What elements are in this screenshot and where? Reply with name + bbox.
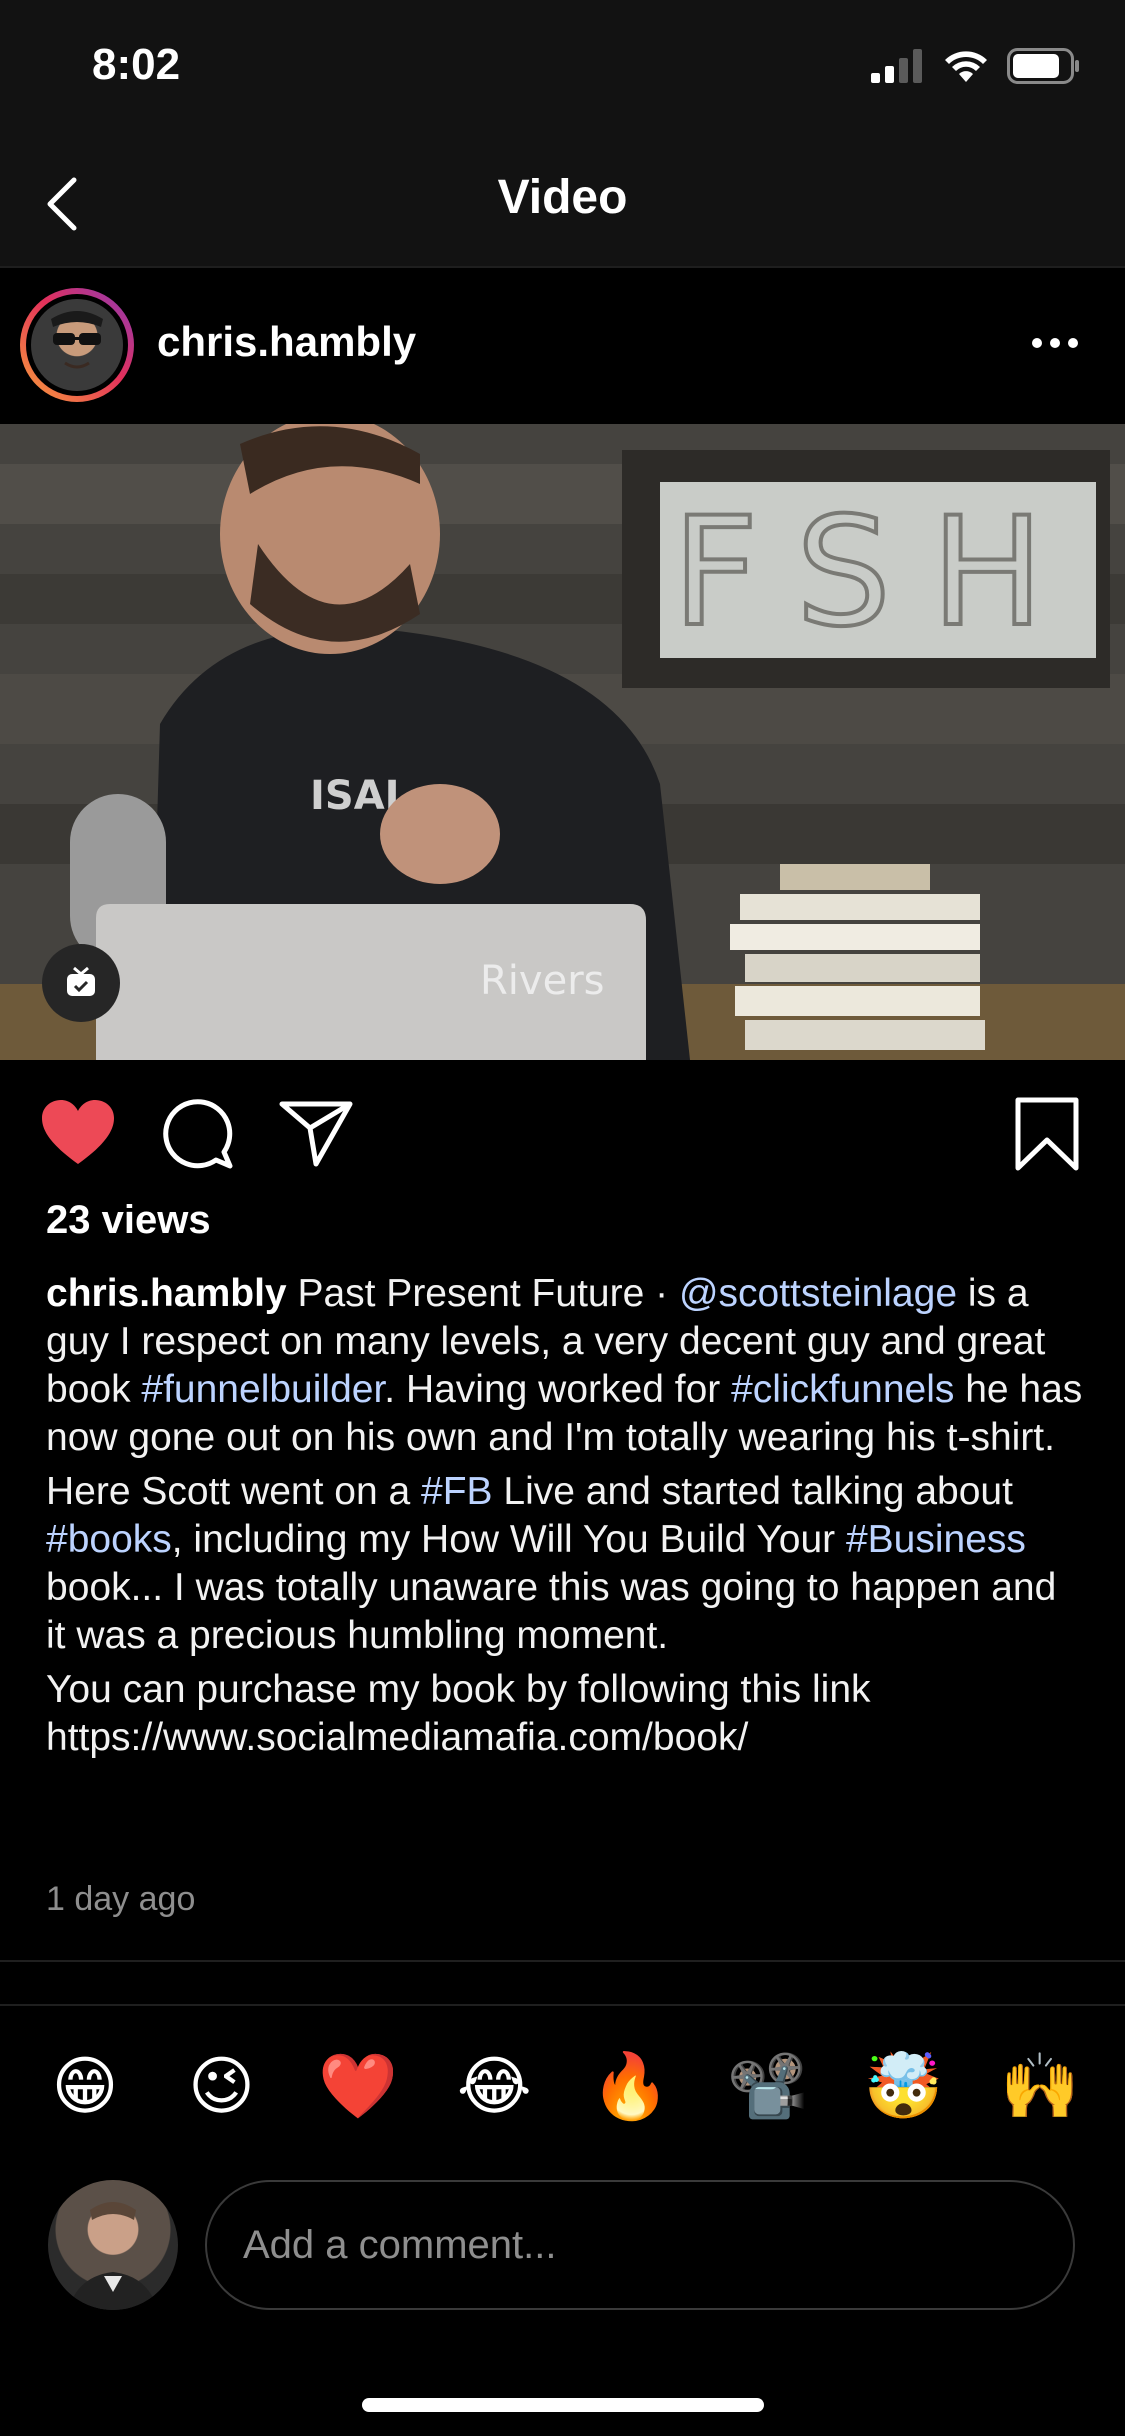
ellipsis-icon (1032, 338, 1078, 348)
like-button[interactable] (40, 1098, 116, 1168)
reaction-emoji[interactable]: 😂 (454, 2046, 534, 2126)
reaction-emoji[interactable]: ❤️ (318, 2046, 398, 2126)
igtv-badge[interactable] (42, 944, 120, 1022)
status-time: 8:02 (92, 40, 181, 89)
battery-icon (1007, 48, 1079, 84)
post-actions (0, 1060, 1125, 1200)
reaction-emoji[interactable]: 🔥 (591, 2046, 671, 2126)
laptop-logo-text: Rivers (480, 958, 604, 1004)
author-avatar[interactable] (20, 288, 134, 402)
caption-text: You can purchase my book by following th… (46, 1668, 871, 1759)
author-username[interactable]: chris.hambly (157, 318, 416, 366)
divider (0, 2004, 1125, 2006)
video-frame: FSH ISAL Rivers (0, 424, 1125, 1060)
view-count: 23 views (46, 1198, 211, 1242)
hashtag-link[interactable]: #books (46, 1518, 172, 1561)
bookmark-icon (1015, 1097, 1079, 1171)
video-player[interactable]: FSH ISAL Rivers (0, 424, 1125, 1060)
quick-reactions: 😁 😉 ❤️ 😂 🔥 📽️ 🤯 🙌 (0, 2046, 1125, 2126)
caption-mention[interactable]: @scottsteinlage (679, 1272, 957, 1315)
reaction-emoji[interactable]: 😉 (181, 2046, 261, 2126)
hashtag-link[interactable]: #Business (846, 1518, 1026, 1561)
caption-text: . Having worked for (384, 1368, 732, 1411)
comment-button[interactable] (160, 1098, 234, 1170)
wifi-icon (945, 51, 987, 82)
current-user-avatar (48, 2180, 178, 2310)
status-icons (871, 48, 1081, 84)
post-caption: chris.hambly Past Present Future · @scot… (46, 1270, 1086, 1768)
paper-plane-icon (279, 1101, 353, 1167)
signal-icon (871, 49, 922, 83)
hashtag-link[interactable]: #FB (421, 1470, 493, 1513)
save-button[interactable] (1014, 1096, 1080, 1172)
hashtag-link[interactable]: #funnelbuilder (141, 1368, 384, 1411)
more-options-button[interactable] (1025, 328, 1085, 358)
comment-bar (0, 2170, 1125, 2320)
igtv-icon (67, 966, 95, 996)
heart-filled-icon (42, 1100, 114, 1164)
caption-text: Here Scott went on a (46, 1470, 422, 1513)
speech-bubble-icon (163, 1099, 233, 1169)
caption-text: Live and started talking about (492, 1470, 1013, 1513)
reaction-emoji[interactable]: 📽️ (727, 2046, 807, 2126)
reaction-emoji[interactable]: 🤯 (864, 2046, 944, 2126)
author-avatar-image (31, 299, 123, 391)
page-title: Video (497, 171, 628, 224)
reaction-emoji[interactable]: 😁 (45, 2046, 125, 2126)
comment-input[interactable] (205, 2180, 1075, 2310)
nav-bar: Video (0, 140, 1125, 268)
post-timestamp: 1 day ago (46, 1880, 196, 1918)
status-bar: 8:02 (0, 0, 1125, 140)
divider (0, 1960, 1125, 1962)
home-indicator[interactable] (362, 2398, 764, 2412)
reaction-emoji[interactable]: 🙌 (1000, 2046, 1080, 2126)
share-button[interactable] (278, 1098, 354, 1168)
caption-text: book... I was totally unaware this was g… (46, 1566, 1057, 1657)
caption-text: , including my How Will You Build Your (171, 1518, 846, 1561)
hashtag-link[interactable]: #clickfunnels (731, 1368, 954, 1411)
post-header: chris.hambly (0, 268, 1125, 424)
caption-text: Past Present Future · (297, 1272, 679, 1315)
caption-username[interactable]: chris.hambly (46, 1272, 287, 1315)
sign-text: FSH (672, 486, 1084, 660)
